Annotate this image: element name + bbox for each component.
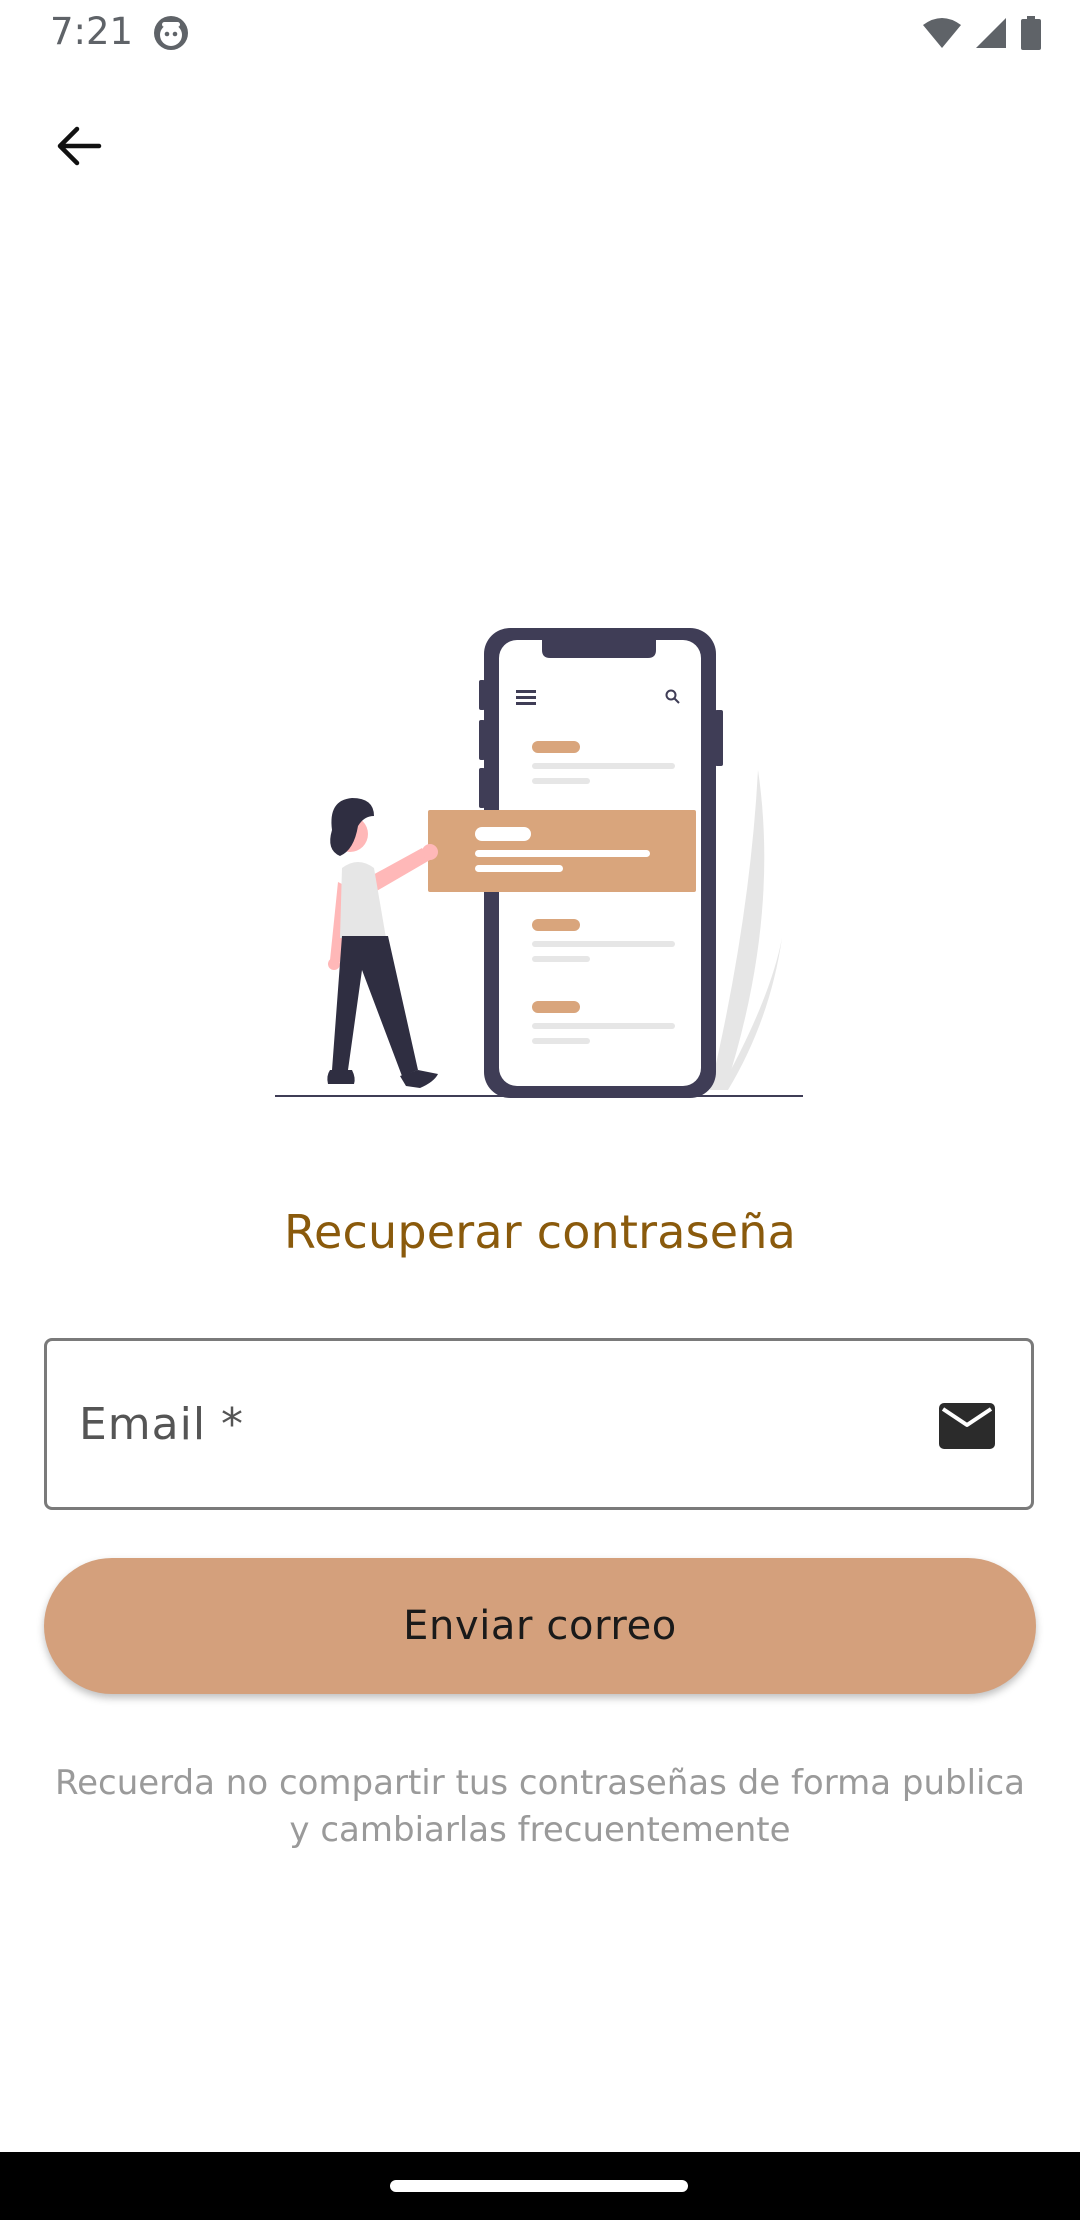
back-button[interactable]: [40, 108, 116, 184]
home-gesture-handle[interactable]: [390, 2180, 688, 2192]
security-hint-line-2: y cambiarlas frecuentemente: [289, 1810, 791, 1850]
wifi-icon: [923, 18, 961, 48]
arrow-left-icon: [57, 126, 102, 166]
security-hint: Recuerda no compartir tus contraseñas de…: [30, 1760, 1050, 1854]
send-email-button[interactable]: Enviar correo: [44, 1558, 1036, 1694]
forgot-password-illustration: [275, 628, 803, 1098]
security-hint-line-1: Recuerda no compartir tus contraseñas de…: [55, 1763, 1025, 1803]
signal-icon: [976, 18, 1006, 48]
android-app-icon: [154, 16, 188, 50]
battery-icon: [1021, 16, 1041, 50]
email-field-label: Email *: [79, 1399, 245, 1450]
email-field[interactable]: Email *: [44, 1338, 1034, 1510]
status-time: 7:21: [50, 10, 134, 53]
page-title: Recuperar contraseña: [283, 1205, 797, 1259]
status-icons: [922, 14, 1042, 52]
mail-icon: [939, 1403, 995, 1449]
status-bar: 7:21: [0, 0, 1080, 66]
recover-password-screen: 7:21 Recuperar contraseña Email * Enviar…: [0, 0, 1080, 2220]
system-navigation-bar: [0, 2152, 1080, 2220]
